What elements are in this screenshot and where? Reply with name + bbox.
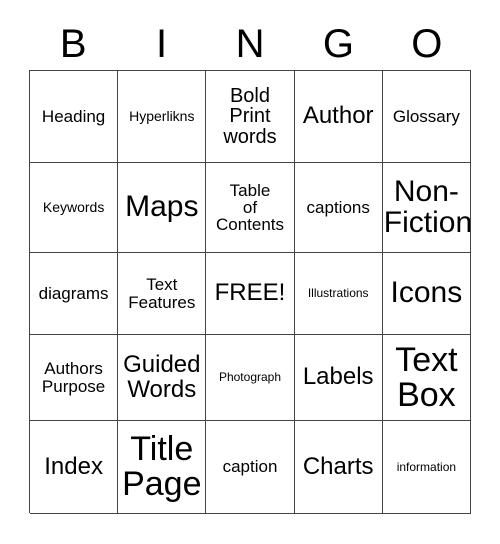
bingo-cell-label: Guided Words [123, 351, 201, 403]
bingo-cell-r5c1[interactable]: Index [30, 421, 119, 514]
bingo-cell-r3c2[interactable]: Text Features [118, 253, 207, 335]
bingo-cell-r2c4[interactable]: captions [294, 163, 383, 253]
bingo-cell-label: Text Features [128, 275, 196, 312]
bingo-cell-r3c4[interactable]: Illustrations [294, 253, 383, 335]
bingo-cell-label: information [396, 459, 457, 474]
bingo-cell-label: FREE! [214, 279, 286, 307]
bingo-cell-r2c5[interactable]: Non- Fiction [382, 163, 471, 253]
bingo-cell-r4c4[interactable]: Labels [294, 335, 383, 421]
bingo-cell-r1c1[interactable]: Heading [30, 71, 119, 163]
bingo-header-letter-n: N [235, 22, 265, 66]
bingo-cell-label: captions [306, 197, 370, 217]
bingo-card: B I N G O Heading Hyperlikns Bold Print wo… [0, 0, 500, 544]
bingo-cell-label: caption [222, 457, 278, 477]
bingo-cell-label: Keywords [42, 199, 105, 216]
bingo-cell-r3c5[interactable]: Icons [382, 253, 471, 335]
bingo-cell-label: Illustrations [307, 286, 369, 301]
bingo-cell-r5c2[interactable]: Title Page [118, 421, 207, 514]
bingo-cell-r4c3[interactable]: Photograph [206, 335, 295, 421]
bingo-cell-label: Maps [125, 190, 199, 224]
bingo-cell-r5c5[interactable]: information [382, 421, 471, 514]
bingo-cell-label: Author [302, 102, 374, 130]
bingo-cell-label: Bold Print words [223, 84, 277, 148]
bingo-cell-label: Charts [302, 452, 374, 480]
bingo-cell-r3c1[interactable]: diagrams [30, 253, 119, 335]
bingo-cell-label: Labels [302, 363, 374, 391]
bingo-cell-label: Hyperlikns [129, 108, 195, 125]
bingo-cell-r1c2[interactable]: Hyperlikns [118, 71, 207, 163]
bingo-cell-label: Non- Fiction [383, 174, 471, 239]
bingo-cell-r4c5[interactable]: Text Box [382, 335, 471, 421]
bingo-cell-r2c2[interactable]: Maps [118, 163, 207, 253]
bingo-cell-label: Icons [390, 276, 463, 310]
bingo-cell-r1c3[interactable]: Bold Print words [206, 71, 295, 163]
bingo-cell-r2c3[interactable]: Table of Contents [206, 163, 295, 253]
bingo-header-letter-b: B [59, 22, 87, 66]
bingo-cell-r4c1[interactable]: Authors Purpose [30, 335, 119, 421]
bingo-cell-label: Text Box [395, 340, 458, 414]
bingo-cell-label: Glossary [392, 106, 460, 126]
bingo-cell-r4c2[interactable]: Guided Words [118, 335, 207, 421]
bingo-header-letter-g: G [322, 22, 354, 66]
bingo-cell-r1c4[interactable]: Author [294, 71, 383, 163]
bingo-cell-label: Index [44, 452, 103, 480]
bingo-cell-label: Photograph [218, 370, 282, 385]
bingo-grid: Heading Hyperlikns Bold Print words Author G… [29, 70, 471, 514]
bingo-cell-r1c5[interactable]: Glossary [382, 71, 471, 163]
bingo-cell-r3c3[interactable]: FREE! [206, 253, 295, 335]
bingo-cell-label: Heading [41, 106, 106, 126]
bingo-header-letter-i: I [156, 22, 168, 66]
bingo-header-letter-o: O [411, 22, 443, 66]
bingo-cell-r5c4[interactable]: Charts [294, 421, 383, 514]
bingo-header-row: B I N G O [29, 18, 471, 70]
bingo-cell-label: diagrams [38, 283, 109, 303]
bingo-cell-r2c1[interactable]: Keywords [30, 163, 119, 253]
bingo-cell-label: Authors Purpose [41, 359, 106, 396]
bingo-cell-label: Table of Contents [215, 180, 285, 235]
bingo-cell-label: Title Page [122, 430, 202, 503]
bingo-cell-r5c3[interactable]: caption [206, 421, 295, 514]
